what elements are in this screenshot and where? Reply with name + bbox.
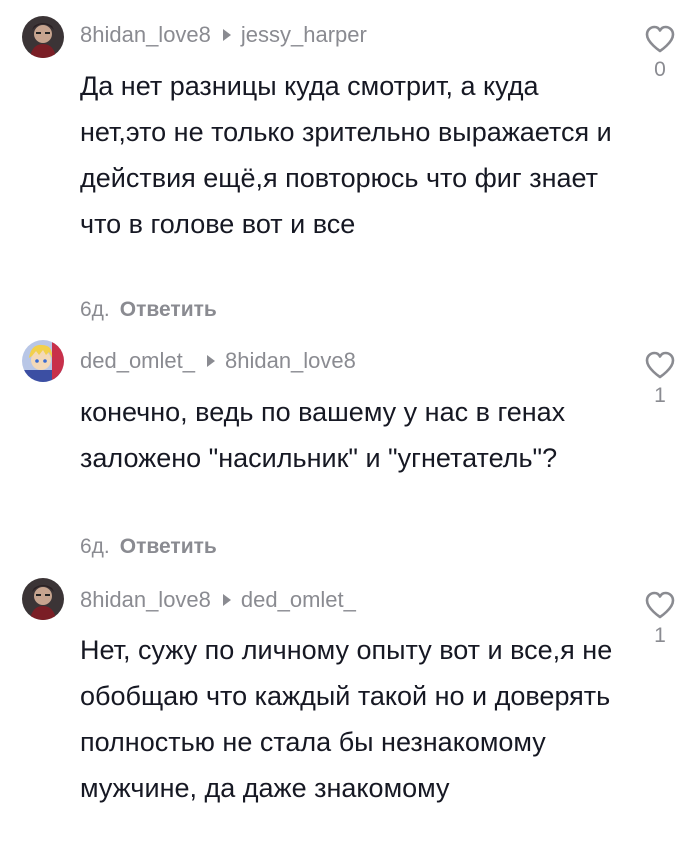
- like-count: 1: [654, 384, 666, 407]
- like-button[interactable]: 1: [640, 590, 680, 648]
- reply-arrow-icon: [206, 355, 215, 367]
- heart-icon[interactable]: [644, 350, 676, 380]
- avatar[interactable]: [22, 340, 64, 382]
- avatar[interactable]: [22, 16, 64, 58]
- like-count: 1: [654, 624, 666, 647]
- avatar[interactable]: [22, 578, 64, 620]
- comment-meta: 8hidan_love8 jessy_harper: [80, 21, 367, 49]
- reply-button[interactable]: Ответить: [120, 298, 217, 321]
- like-button[interactable]: 1: [640, 350, 680, 408]
- like-count: 0: [654, 58, 666, 81]
- reply-arrow-icon: [222, 594, 231, 606]
- heart-icon[interactable]: [644, 24, 676, 54]
- author-username[interactable]: 8hidan_love8: [80, 22, 211, 47]
- reply-to-username[interactable]: 8hidan_love8: [225, 348, 356, 373]
- author-username[interactable]: ded_omlet_: [80, 348, 195, 373]
- like-button[interactable]: 0: [640, 24, 680, 82]
- comment-age: 6д.: [80, 535, 110, 558]
- comment-meta: ded_omlet_ 8hidan_love8: [80, 347, 356, 375]
- reply-button[interactable]: Ответить: [120, 535, 217, 558]
- heart-icon[interactable]: [644, 590, 676, 620]
- comment-text: конечно, ведь по вашему у нас в генах за…: [80, 397, 566, 473]
- comment-text: Нет, сужу по личному опыту вот и все,я н…: [80, 635, 613, 803]
- reply-to-username[interactable]: jessy_harper: [241, 22, 367, 47]
- comment-text: Да нет разницы куда смотрит, а куда нет,…: [80, 71, 612, 239]
- author-username[interactable]: 8hidan_love8: [80, 587, 211, 612]
- reply-to-username[interactable]: ded_omlet_: [241, 587, 356, 612]
- comment-footer: 6д. Ответить: [80, 533, 217, 561]
- comment-age: 6д.: [80, 298, 110, 321]
- comment-meta: 8hidan_love8 ded_omlet_: [80, 586, 356, 614]
- reply-arrow-icon: [222, 29, 231, 41]
- comment-footer: 6д. Ответить: [80, 296, 217, 324]
